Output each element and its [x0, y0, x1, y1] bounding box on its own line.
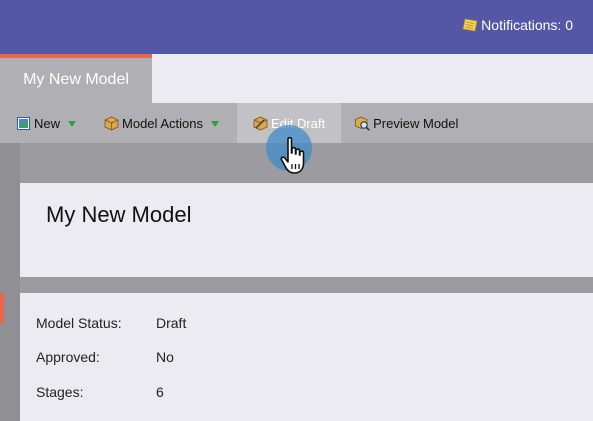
notifications-label: Notifications: 0: [481, 17, 573, 33]
title-panel: My New Model: [20, 183, 593, 277]
detail-value: 6: [156, 384, 164, 400]
new-label: New: [34, 115, 61, 131]
section-marker: [0, 293, 4, 323]
box-icon: [104, 116, 119, 130]
model-actions-label: Model Actions: [122, 115, 203, 131]
page-title: My New Model: [46, 202, 192, 227]
new-document-icon: [17, 116, 30, 130]
preview-model-label: Preview Model: [373, 115, 459, 131]
tab-strip: My New Model: [0, 54, 593, 103]
detail-label: Approved:: [36, 349, 100, 365]
chevron-down-icon[interactable]: [210, 121, 219, 127]
tab-my-new-model[interactable]: My New Model: [0, 54, 152, 103]
model-actions-button[interactable]: Model Actions: [94, 103, 237, 143]
detail-label: Model Status:: [36, 315, 122, 331]
top-header: Notifications: 0: [0, 0, 593, 54]
details-panel: Model Status: Draft Approved: No Stages:…: [20, 293, 593, 421]
detail-value: No: [156, 349, 174, 365]
tab-label: My New Model: [23, 70, 129, 88]
notifications-link[interactable]: Notifications: 0: [462, 17, 573, 33]
notepad-icon: [462, 18, 478, 32]
new-button[interactable]: New: [0, 103, 94, 143]
magnifier-box-icon: [355, 116, 370, 131]
box-edit-icon: [253, 116, 268, 130]
hand-pointer-icon: [280, 136, 305, 174]
detail-label: Stages:: [36, 384, 84, 400]
detail-value: Draft: [156, 315, 187, 331]
chevron-down-icon[interactable]: [68, 121, 77, 127]
left-stripe: [0, 143, 20, 421]
preview-model-button[interactable]: Preview Model: [341, 103, 468, 143]
